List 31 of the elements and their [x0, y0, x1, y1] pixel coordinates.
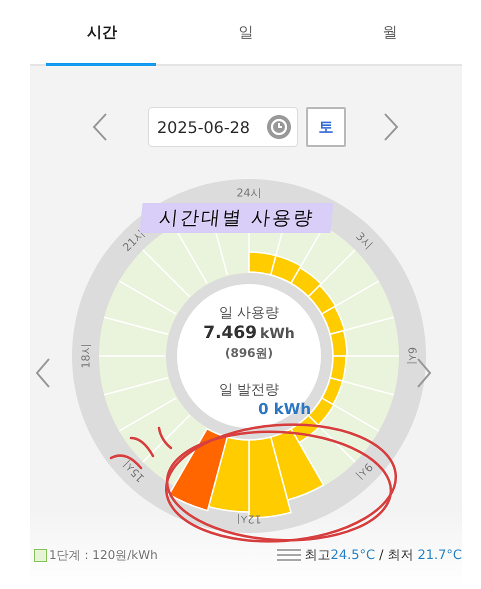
hour-label: 6시 [406, 347, 418, 365]
tab[interactable]: 월 [318, 0, 462, 64]
low-temperature: 21.7°C [417, 548, 462, 562]
hour-label: 3시 [353, 230, 376, 252]
handwritten-note: 시간대별 사용량 [139, 203, 334, 233]
next-icon[interactable] [383, 113, 399, 141]
hour-label: 12시 [236, 512, 262, 526]
hour-label: 24시 [236, 186, 262, 200]
hour-label: 18시 [80, 344, 92, 368]
weekday-button[interactable]: 토 [306, 107, 346, 147]
generation-label: 일 발전량 [218, 381, 280, 399]
usage-value: 7.469 [203, 323, 258, 343]
low-label: 최저 [387, 547, 414, 564]
clock-icon [267, 115, 291, 139]
generation-value: 0 kWh [258, 399, 311, 419]
high-temperature: 24.5°C [330, 548, 376, 562]
separator-text: / [379, 548, 384, 562]
usage-unit: kWh [260, 326, 295, 342]
high-label: 최고 [304, 547, 331, 564]
hour-label: 9시 [353, 460, 376, 482]
tab[interactable]: 시간 [30, 0, 174, 64]
tier-text: 1단계 : 120원/kWh [49, 546, 158, 564]
tab[interactable]: 일 [174, 0, 318, 64]
date-field[interactable]: 2025-06-28 [148, 107, 298, 147]
fog-icon [276, 548, 301, 562]
previous-icon[interactable] [92, 113, 108, 141]
next-icon[interactable] [416, 358, 432, 388]
tier-swatch [34, 548, 47, 562]
cost-text: (896원) [224, 345, 274, 361]
previous-icon[interactable] [35, 358, 51, 388]
usage-label: 일 사용량 [218, 304, 280, 322]
